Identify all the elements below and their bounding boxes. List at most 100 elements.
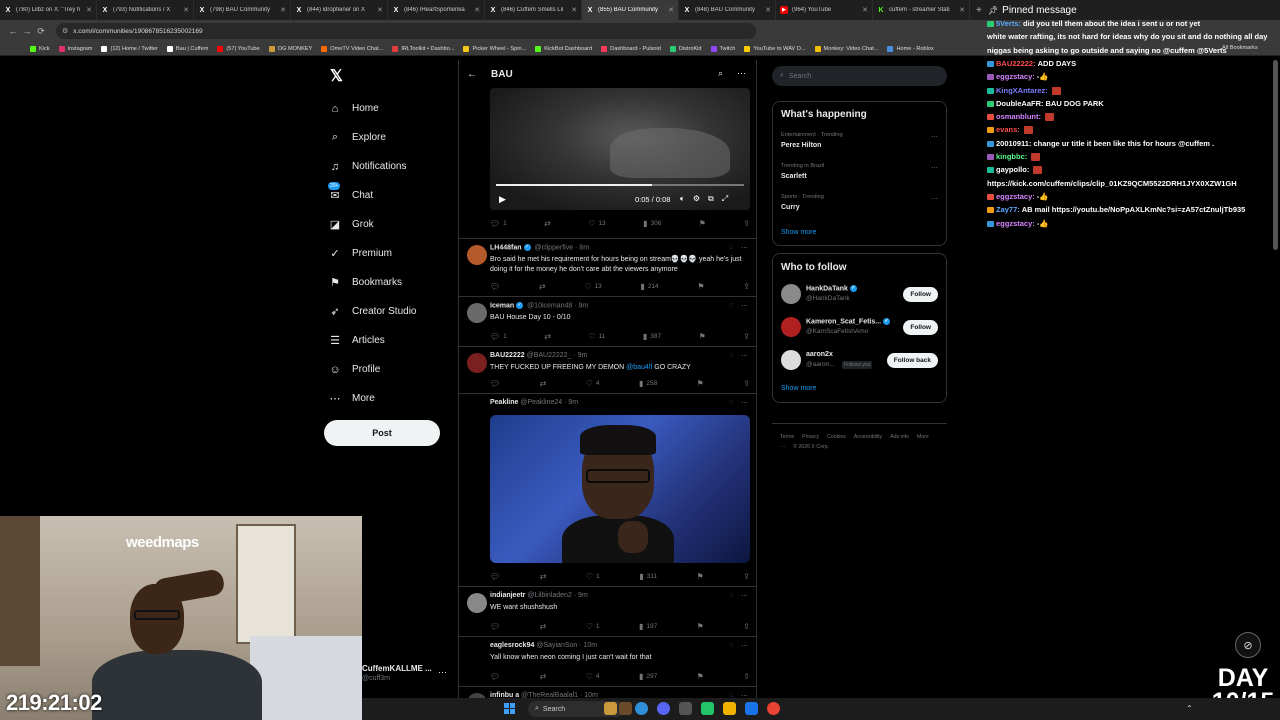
app-icon[interactable] xyxy=(619,702,632,715)
follow-button[interactable]: Follow back xyxy=(886,353,938,368)
tray-chevron-icon[interactable]: ⌃ xyxy=(1186,704,1193,713)
repost-button[interactable]: ⇄ xyxy=(540,672,547,681)
more-icon[interactable]: ⋯ xyxy=(741,352,748,360)
close-icon[interactable]: ✕ xyxy=(377,6,383,14)
repost-button[interactable]: ⇄ xyxy=(539,282,546,291)
reload-icon[interactable]: ⟳ xyxy=(34,26,48,37)
browser-tab[interactable]: X (846) Cuffem Smells Lil ✕ xyxy=(485,0,582,20)
app-icon-2[interactable] xyxy=(679,702,692,715)
views-button[interactable]: ▮ 387 xyxy=(643,332,661,341)
chat-username[interactable]: Zay77: xyxy=(996,205,1020,214)
browser-tab[interactable]: X (798) BAU Community ✕ xyxy=(194,0,291,20)
tweet-author-handle[interactable]: @BAU22222_ · 9m xyxy=(527,352,588,359)
follow-button[interactable]: Follow xyxy=(903,287,938,302)
chat-username[interactable]: KingXAntarez: xyxy=(996,86,1048,95)
nav-item-notifications[interactable]: ♫ Notifications xyxy=(328,152,478,181)
close-icon[interactable]: ✕ xyxy=(959,6,965,14)
video-player[interactable]: ▶ 0:05 / 0:08 🔈︎ ⚙ ⧉ ⤢ xyxy=(490,88,750,210)
close-icon[interactable]: ✕ xyxy=(862,6,868,14)
bookmark-button[interactable]: ⚑ xyxy=(697,672,704,681)
avatar[interactable] xyxy=(781,284,801,304)
bookmark-item[interactable]: Bau | Cuffem xyxy=(166,45,208,52)
browser-tab[interactable]: X (844) idropfeiner on X ✕ xyxy=(291,0,388,20)
tweet-author-name[interactable]: Iceman xyxy=(490,302,514,309)
discord-icon[interactable] xyxy=(657,702,670,715)
more-icon[interactable]: ⋯ xyxy=(741,592,748,600)
follow-button[interactable]: Follow xyxy=(903,320,938,335)
bookmark-button[interactable]: ⚑ xyxy=(697,622,704,631)
trend-name[interactable]: Curry xyxy=(781,204,800,211)
volume-icon[interactable]: 🔈︎ xyxy=(680,194,685,204)
views-button[interactable]: ▮ 214 xyxy=(640,282,658,291)
reply-button[interactable]: 💬︎ 1 xyxy=(490,219,507,228)
all-bookmarks-link[interactable]: All Bookmarks xyxy=(1222,45,1258,51)
like-button[interactable]: ♡ 1 xyxy=(586,572,600,581)
more-icon[interactable]: ⋯ xyxy=(741,399,748,407)
bookmark-button[interactable]: ⚑ xyxy=(697,379,704,388)
more-icon[interactable]: ⋯ xyxy=(741,244,748,252)
bookmark-item[interactable]: (12) Home / Twitter xyxy=(101,45,158,52)
chat-username[interactable]: 20010911: xyxy=(996,139,1031,148)
repost-button[interactable]: ⇄ xyxy=(540,379,547,388)
tweet[interactable]: indianjeetr @Lilbinladen2 · 9m ◌ ⋯ WE want … xyxy=(459,586,756,636)
tweet-author-handle[interactable]: @SayianSon · 10m xyxy=(536,642,597,649)
footer-link[interactable]: Privacy xyxy=(802,434,819,440)
nav-item-chat[interactable]: ✉ Chat xyxy=(328,181,478,210)
browser-tab[interactable]: X (793) Notifications / X ✕ xyxy=(97,0,194,20)
bookmark-item[interactable]: Home - Roblox xyxy=(887,45,934,52)
tweet-author-name[interactable]: BAU22222 xyxy=(490,352,525,359)
bookmark-item[interactable]: KickBot Dashboard xyxy=(535,45,592,52)
grok-icon[interactable]: ◌ xyxy=(729,642,733,650)
close-icon[interactable]: ✕ xyxy=(474,6,480,14)
tweet-author-handle[interactable]: @Peakline24 · 9m xyxy=(520,399,578,406)
post-button[interactable]: Post xyxy=(324,420,440,446)
avatar[interactable] xyxy=(467,593,487,613)
more-icon[interactable]: ⋯ xyxy=(741,642,748,650)
tweet[interactable]: eaglesrock94 @SayianSon · 10m ◌ ⋯ Yall know… xyxy=(459,636,756,686)
avatar[interactable] xyxy=(781,350,801,370)
fullscreen-icon[interactable]: ⤢ xyxy=(722,194,728,204)
bookmark-item[interactable]: Kick xyxy=(30,45,50,52)
views-button[interactable]: ▮ 306 xyxy=(643,219,661,228)
trend-name[interactable]: Perez Hilton xyxy=(781,142,821,149)
share-button[interactable]: ⇪ xyxy=(743,672,750,681)
app-icon-3[interactable] xyxy=(701,702,714,715)
tweet[interactable]: Iceman ✓ @10iceman48 · 9m ◌ ⋯ BAU House Day … xyxy=(459,296,756,346)
footer-link[interactable]: Terms xyxy=(780,434,794,440)
repost-button[interactable]: ⇄ xyxy=(544,219,551,228)
more-icon[interactable]: ⋯ xyxy=(737,68,746,79)
bookmark-button[interactable]: ⚑ xyxy=(699,332,706,341)
close-icon[interactable]: ✕ xyxy=(668,6,674,14)
steam-icon[interactable] xyxy=(745,702,758,715)
avatar[interactable] xyxy=(781,317,801,337)
settings-icon[interactable]: ⚙ xyxy=(693,194,700,204)
tweet[interactable]: BAU22222 @BAU22222_ · 9m ◌ ⋯ THEY FUCKED UP… xyxy=(459,346,756,393)
mention-link[interactable]: @bau4lf xyxy=(626,364,652,371)
like-button[interactable]: ♡ 11 xyxy=(588,332,605,341)
chat-username[interactable]: BAU22222: xyxy=(996,59,1036,68)
avatar[interactable] xyxy=(467,353,487,373)
bookmark-item[interactable]: OmeTV Video Chat... xyxy=(321,45,383,52)
share-button[interactable]: ⇪ xyxy=(743,572,750,581)
folder-icon[interactable] xyxy=(723,702,736,715)
reply-button[interactable]: 💬︎ 1 xyxy=(490,332,507,341)
chrome-icon[interactable] xyxy=(635,702,648,715)
repost-button[interactable]: ⇄ xyxy=(540,572,547,581)
account-more-icon[interactable]: ⋯ xyxy=(438,667,447,678)
nav-item-creator-studio[interactable]: ➶ Creator Studio xyxy=(328,297,478,326)
new-tab-icon[interactable]: + xyxy=(970,5,988,16)
floating-action-icon[interactable]: ⊘ xyxy=(1235,632,1261,658)
search-icon[interactable]: ⌕ xyxy=(718,68,723,79)
avatar[interactable] xyxy=(467,400,487,420)
avatar[interactable] xyxy=(467,245,487,265)
views-button[interactable]: ▮ 258 xyxy=(639,379,657,388)
bookmark-item[interactable]: Picker Wheel - Spin... xyxy=(463,45,526,52)
reply-button[interactable]: 💬︎ xyxy=(490,672,500,681)
nav-item-premium[interactable]: ✓ Premium xyxy=(328,239,478,268)
page-scrollbar[interactable] xyxy=(1273,60,1278,250)
share-button[interactable]: ⇪ xyxy=(743,622,750,631)
follow-show-more-link[interactable]: Show more xyxy=(781,385,816,392)
nav-item-profile[interactable]: ☺ Profile xyxy=(328,355,478,384)
views-button[interactable]: ▮ 311 xyxy=(639,572,657,581)
chat-username[interactable]: eggzstacy: xyxy=(996,219,1035,228)
